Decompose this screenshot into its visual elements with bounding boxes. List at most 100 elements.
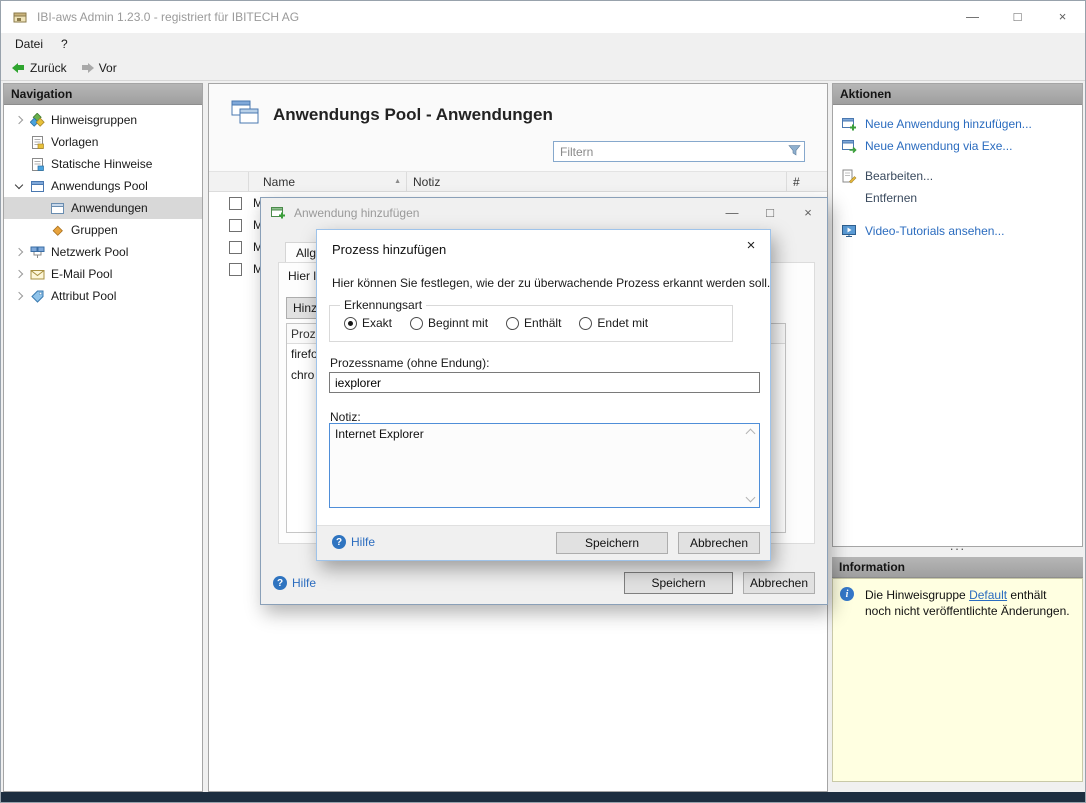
expand-chevron-icon[interactable] xyxy=(14,115,24,125)
info-icon: i xyxy=(840,587,854,601)
maximize-button[interactable]: □ xyxy=(995,1,1040,33)
minimize-button[interactable]: — xyxy=(950,1,995,33)
cancel-button[interactable]: Abbrechen xyxy=(743,572,815,594)
app-window: IBI-aws Admin 1.23.0 - registriert für I… xyxy=(0,0,1086,803)
expand-chevron-icon[interactable] xyxy=(14,269,24,279)
action-list: Neue Anwendung hinzufügen... Neue Anwend… xyxy=(833,105,1082,242)
collapse-chevron-icon[interactable] xyxy=(14,180,24,189)
maximize-button[interactable]: □ xyxy=(751,198,789,228)
help-link[interactable]: ? Hilfe xyxy=(332,535,375,549)
detection-radio-row: Exakt Beginnt mit Enthält Endet mit xyxy=(344,316,732,330)
forward-button[interactable]: Vor xyxy=(74,56,124,80)
splitter-dots-icon: ··· xyxy=(949,541,966,556)
close-icon[interactable]: × xyxy=(741,236,761,256)
help-icon: ? xyxy=(273,576,287,590)
action-edit[interactable]: Bearbeiten... xyxy=(833,165,1082,187)
add-application-icon xyxy=(841,116,859,132)
nav-item-attribut-pool[interactable]: Attribut Pool xyxy=(4,285,202,307)
close-button[interactable]: × xyxy=(1040,1,1085,33)
actions-header: Aktionen xyxy=(833,84,1082,105)
main-header: Anwendungs Pool - Anwendungen xyxy=(209,84,827,171)
titlebar[interactable]: IBI-aws Admin 1.23.0 - registriert für I… xyxy=(1,1,1085,33)
action-new-application[interactable]: Neue Anwendung hinzufügen... xyxy=(833,113,1082,135)
panel-splitter[interactable]: ··· xyxy=(832,542,1083,557)
help-link[interactable]: ? Hilfe xyxy=(273,576,316,590)
column-header-name[interactable]: Name ▲ xyxy=(249,172,407,191)
action-label: Bearbeiten... xyxy=(865,169,934,183)
app-logo-icon xyxy=(12,9,28,25)
nav-item-netzwerk-pool[interactable]: Netzwerk Pool xyxy=(4,241,202,263)
navigation-tree: Hinweisgruppen Vorlagen Statische Hinwei… xyxy=(4,105,202,307)
edit-icon xyxy=(841,168,859,184)
minimize-button[interactable]: — xyxy=(713,198,751,228)
expand-chevron-icon[interactable] xyxy=(14,247,24,257)
save-button[interactable]: Speichern xyxy=(624,572,733,594)
cancel-button[interactable]: Abbrechen xyxy=(678,532,760,554)
hint-groups-icon xyxy=(30,112,46,128)
save-button[interactable]: Speichern xyxy=(556,532,668,554)
column-header-notiz[interactable]: Notiz xyxy=(407,172,787,191)
note-textarea[interactable]: Internet Explorer xyxy=(330,424,759,507)
dialog-window-controls: — □ × xyxy=(713,198,827,228)
nav-item-vorlagen[interactable]: Vorlagen xyxy=(4,131,202,153)
toolbar: Zurück Vor xyxy=(1,55,1085,81)
attribute-pool-icon xyxy=(30,289,46,304)
column-header-count[interactable]: # xyxy=(787,172,827,191)
nav-item-label: Vorlagen xyxy=(51,135,99,149)
filter-box xyxy=(553,141,805,162)
radio-circle-icon xyxy=(579,316,593,330)
nav-item-label: E-Mail Pool xyxy=(51,267,113,281)
radio-label: Exakt xyxy=(362,316,393,330)
radio-exakt[interactable]: Exakt xyxy=(344,316,392,330)
filter-input[interactable] xyxy=(553,141,805,162)
expand-chevron-icon[interactable] xyxy=(14,291,24,301)
add-application-dialog-icon xyxy=(270,204,286,223)
row-checkbox[interactable] xyxy=(229,218,242,232)
note-textarea-wrap: Internet Explorer xyxy=(329,423,760,508)
action-remove[interactable]: Entfernen xyxy=(833,187,1082,209)
default-group-link[interactable]: Default xyxy=(969,588,1007,602)
nav-item-email-pool[interactable]: E-Mail Pool xyxy=(4,263,202,285)
dialog-titlebar[interactable]: Anwendung hinzufügen — □ × xyxy=(261,198,827,228)
nav-item-label: Anwendungen xyxy=(71,201,148,215)
action-icon-placeholder xyxy=(841,190,859,206)
note-label: Notiz: xyxy=(330,410,361,424)
navigation-header: Navigation xyxy=(4,84,202,105)
radio-endet-mit[interactable]: Endet mit xyxy=(579,316,648,330)
action-video-tutorials[interactable]: Video-Tutorials ansehen... xyxy=(833,220,1082,242)
nav-item-hinweisgruppen[interactable]: Hinweisgruppen xyxy=(4,109,202,131)
table-header: Name ▲ Notiz # xyxy=(209,171,827,192)
close-button[interactable]: × xyxy=(789,198,827,228)
process-name-input[interactable] xyxy=(329,372,760,393)
filter-funnel-icon[interactable] xyxy=(788,144,801,160)
radio-label: Endet mit xyxy=(597,316,649,330)
row-checkbox[interactable] xyxy=(229,196,242,210)
action-label: Neue Anwendung via Exe... xyxy=(865,139,1013,153)
action-new-application-via-exe[interactable]: Neue Anwendung via Exe... xyxy=(833,135,1082,157)
button-label: Hinz xyxy=(293,301,318,315)
radio-label: Beginnt mit xyxy=(428,316,489,330)
row-checkbox[interactable] xyxy=(229,262,242,276)
nav-item-label: Hinweisgruppen xyxy=(51,113,138,127)
nav-item-label: Attribut Pool xyxy=(51,289,117,303)
nav-item-anwendungen[interactable]: Anwendungen xyxy=(4,197,202,219)
nav-item-anwendungs-pool[interactable]: Anwendungs Pool xyxy=(4,175,202,197)
add-process-button[interactable]: Hinz xyxy=(286,297,319,319)
menu-datei[interactable]: Datei xyxy=(6,33,52,55)
radio-circle-icon xyxy=(410,316,424,330)
detection-type-legend: Erkennungsart xyxy=(344,298,423,312)
radio-beginnt-mit[interactable]: Beginnt mit xyxy=(410,316,488,330)
nav-item-gruppen[interactable]: Gruppen xyxy=(4,219,202,241)
action-label: Video-Tutorials ansehen... xyxy=(865,224,1005,238)
back-button[interactable]: Zurück xyxy=(5,56,74,80)
menu-help[interactable]: ? xyxy=(52,33,77,55)
information-box: i Die Hinweisgruppe Default enthält noch… xyxy=(832,578,1083,782)
nav-item-label: Gruppen xyxy=(71,223,118,237)
nav-item-statische-hinweise[interactable]: Statische Hinweise xyxy=(4,153,202,175)
radio-enthaelt[interactable]: Enthält xyxy=(506,316,561,330)
row-checkbox[interactable] xyxy=(229,240,242,254)
column-label: # xyxy=(793,174,800,189)
help-label: Hilfe xyxy=(351,535,376,549)
column-header-checkbox xyxy=(209,172,249,191)
sort-ascending-icon: ▲ xyxy=(394,178,401,185)
